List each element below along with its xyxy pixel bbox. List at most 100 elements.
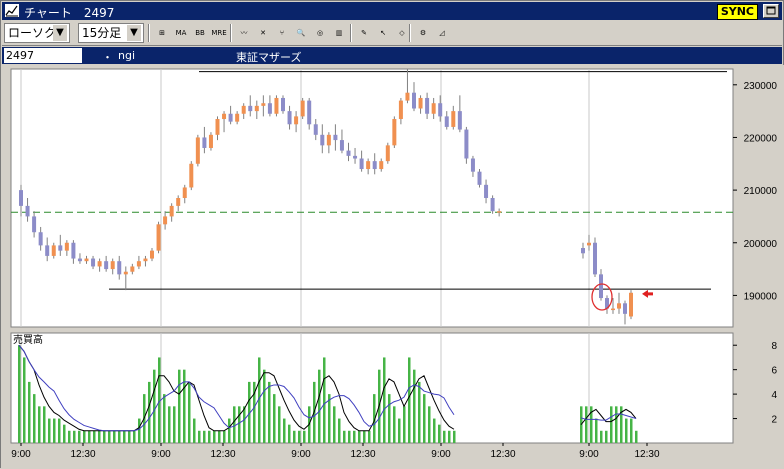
symbol-code-input[interactable]: 2497	[4, 48, 82, 63]
cross-tool-icon[interactable]: ✕	[254, 24, 272, 42]
volume-bar	[238, 406, 241, 443]
candle-body	[176, 198, 181, 206]
toolbar-separator	[350, 24, 352, 42]
candle-body	[294, 116, 299, 125]
volume-bar	[88, 430, 91, 443]
candle-body	[97, 261, 102, 267]
volume-bar	[288, 424, 291, 443]
symbol-sub: ngi	[118, 49, 136, 62]
candle-body	[587, 242, 591, 246]
candle-body	[333, 134, 338, 141]
bb-button[interactable]: BB	[191, 24, 209, 42]
volume-bar	[223, 430, 226, 443]
volume-tick-label: 2	[771, 415, 777, 426]
volume-bar	[103, 430, 106, 443]
candle-body	[274, 97, 279, 114]
candle-body	[307, 100, 312, 125]
volume-bar	[168, 406, 171, 443]
candle-body	[228, 113, 233, 122]
bars-icon[interactable]: ▥	[330, 24, 348, 42]
candle-body	[623, 303, 627, 314]
cursor-icon[interactable]: ↖	[374, 24, 392, 42]
volume-bar	[318, 369, 321, 443]
volume-bar	[193, 418, 196, 443]
x-tick-label: 12:30	[70, 449, 95, 460]
ma-button[interactable]: MA	[172, 24, 190, 42]
volume-bar	[28, 381, 31, 443]
line-tool-icon[interactable]: 〰	[235, 24, 253, 42]
volume-bar	[408, 357, 411, 443]
chevron-down-icon: ▼	[127, 25, 141, 41]
volume-bar	[358, 430, 361, 443]
volume-bar	[203, 430, 206, 443]
volume-bar	[38, 406, 41, 443]
volume-bar	[63, 424, 66, 443]
volume-bar	[183, 369, 186, 443]
candle-body	[77, 258, 82, 262]
table-icon[interactable]: ⊞	[153, 24, 171, 42]
volume-bar	[113, 430, 116, 443]
chart-app-icon	[5, 4, 19, 17]
fibonacci-icon[interactable]: ◿	[433, 24, 451, 42]
sync-button[interactable]: SYNC	[716, 4, 758, 20]
volume-bar	[228, 418, 231, 443]
settings-icon[interactable]: ⚙	[414, 24, 432, 42]
volume-bar	[333, 406, 336, 443]
volume-bar	[108, 430, 111, 443]
candle-body	[484, 184, 489, 198]
candle-body	[412, 92, 416, 109]
candle-body	[84, 258, 89, 262]
volume-bar	[68, 430, 71, 443]
volume-bar	[388, 394, 391, 443]
volume-bar	[273, 394, 276, 443]
volume-bar	[383, 357, 386, 443]
volume-bar	[423, 394, 426, 443]
symbol-info-bar: 2497 ・ ngi 東証マザーズ	[2, 47, 782, 64]
candle-body	[581, 248, 585, 254]
volume-bar	[600, 430, 603, 443]
volume-bar	[353, 430, 356, 443]
x-tick-label: 12:30	[210, 449, 235, 460]
info-separator: ・	[102, 51, 113, 64]
volume-bar	[233, 406, 236, 443]
sphere-icon[interactable]: ◎	[311, 24, 329, 42]
volume-tick-label: 6	[771, 366, 777, 377]
price-tick-label: 190000	[744, 291, 778, 302]
volume-bar	[243, 406, 246, 443]
interval-select[interactable]: 15分足 ▼	[78, 23, 144, 43]
volume-bar	[163, 394, 166, 443]
volume-bar	[48, 418, 51, 443]
candle-body	[208, 134, 213, 148]
candle-body	[593, 242, 597, 275]
price-chart[interactable]: 9:00 12:30 9:00 12:30 9:00 12:30 9:00 12:30 9:00…	[1, 65, 784, 469]
candle-body	[599, 274, 603, 299]
volume-bar	[133, 430, 136, 443]
volume-bar	[343, 430, 346, 443]
candle-body	[418, 97, 423, 109]
candle-body	[130, 266, 135, 272]
volume-bar	[625, 418, 628, 443]
candle-body	[611, 308, 615, 311]
zoom-icon[interactable]: 🔍	[292, 24, 310, 42]
candle-body	[143, 258, 148, 262]
volume-bar	[303, 430, 306, 443]
maximize-button[interactable]	[763, 4, 779, 18]
volume-bar	[83, 430, 86, 443]
volume-bar	[338, 418, 341, 443]
candle-body	[425, 97, 430, 114]
chart-type-select[interactable]: ローソク ▼	[4, 23, 70, 43]
pencil-icon[interactable]: ✎	[355, 24, 373, 42]
eraser-icon[interactable]: ◇	[393, 24, 411, 42]
candle-body	[202, 137, 207, 148]
toolbar-separator	[230, 24, 232, 42]
mre-button[interactable]: MRE	[210, 24, 228, 42]
volume-bar	[610, 406, 613, 443]
volume-bar	[58, 418, 61, 443]
candle-body	[451, 111, 456, 127]
candle-body	[91, 258, 96, 267]
volume-bar	[393, 406, 396, 443]
candle-body	[163, 216, 168, 225]
volume-bar	[73, 430, 76, 443]
fork-tool-icon[interactable]: ⑂	[273, 24, 291, 42]
candle-body	[248, 105, 253, 112]
